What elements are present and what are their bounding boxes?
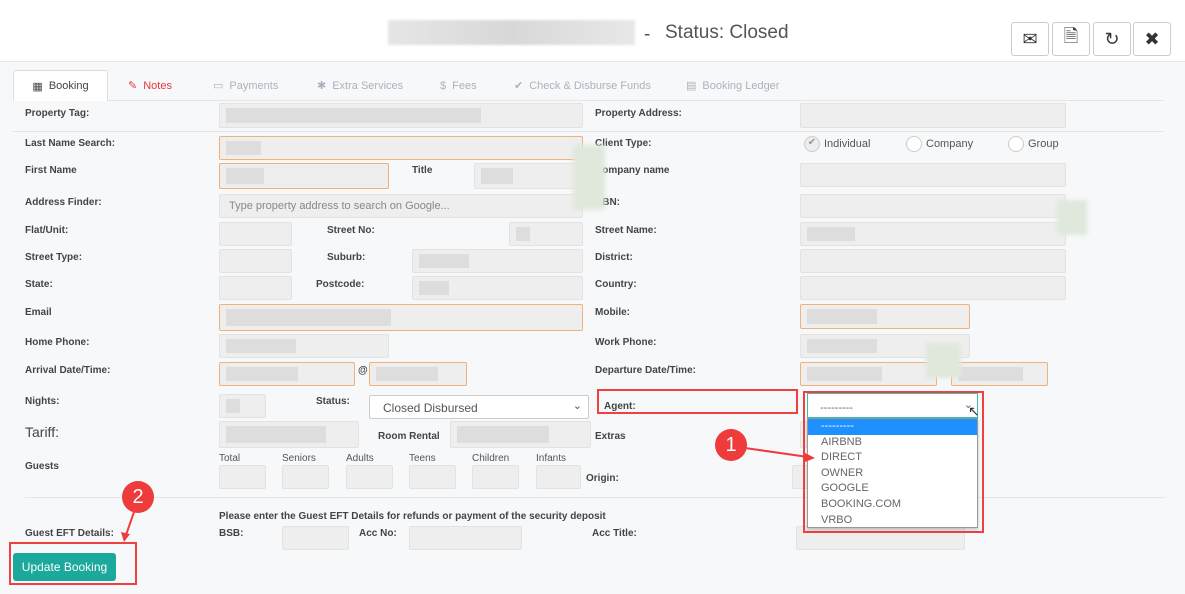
arrowhead-1 — [805, 453, 815, 462]
arrow-2 — [125, 511, 135, 536]
annotation-badge-2: 2 — [122, 481, 154, 513]
arrowhead-2 — [121, 532, 130, 542]
arrow-1 — [744, 447, 809, 458]
annotation-badge-1: 1 — [715, 429, 747, 461]
annotation-arrows — [121, 447, 815, 542]
